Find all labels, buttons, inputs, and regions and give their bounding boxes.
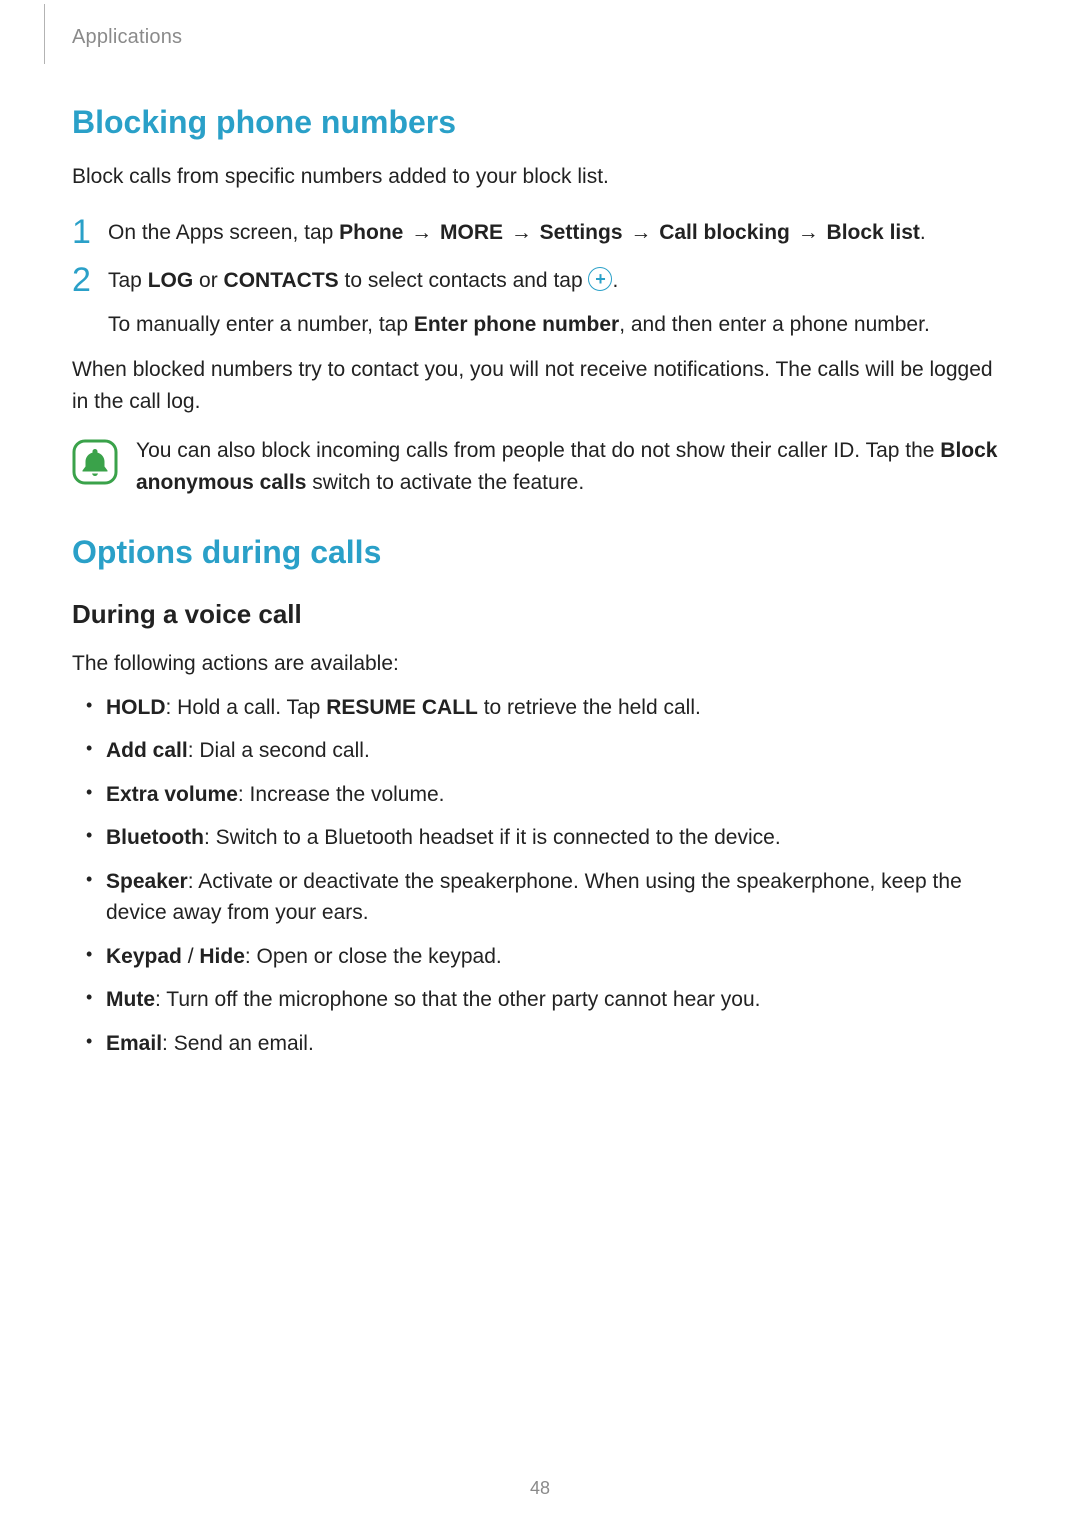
t: : Open or close the keypad. [245, 945, 502, 968]
t: . [612, 269, 618, 292]
t: . [920, 221, 926, 244]
step-2: 2 Tap LOG or CONTACTS to select contacts… [72, 265, 1008, 299]
t: To manually enter a number, tap [108, 313, 414, 336]
list-item: Keypad / Hide: Open or close the keypad. [72, 941, 1008, 973]
arrow-icon: → [623, 221, 660, 244]
b: Hide [199, 945, 245, 968]
list-item: Speaker: Activate or deactivate the spea… [72, 866, 1008, 929]
options-list: HOLD: Hold a call. Tap RESUME CALL to re… [72, 692, 1008, 1060]
b: Extra volume [106, 783, 238, 806]
b: HOLD [106, 696, 166, 719]
page-header: Applications [72, 24, 1008, 60]
t: : Activate or deactivate the speakerphon… [106, 870, 962, 925]
t: : Increase the volume. [238, 783, 445, 806]
t: , and then enter a phone number. [619, 313, 930, 336]
t: or [193, 269, 223, 292]
b: Keypad [106, 945, 182, 968]
b: Speaker [106, 870, 188, 893]
note-bell-icon [72, 439, 118, 485]
b: CONTACTS [224, 269, 339, 292]
subhead-voice-call: During a voice call [72, 599, 1008, 630]
t: On the Apps screen, tap [108, 221, 339, 244]
b: Phone [339, 221, 403, 244]
list-item: Extra volume: Increase the volume. [72, 779, 1008, 811]
page-number: 48 [0, 1478, 1080, 1499]
note-text: You can also block incoming calls from p… [136, 435, 1008, 498]
t: / [182, 945, 200, 968]
b: Mute [106, 988, 155, 1011]
section1-intro: Block calls from specific numbers added … [72, 161, 1008, 193]
b: MORE [440, 221, 503, 244]
header-rule [44, 4, 45, 64]
list-item: Mute: Turn off the microphone so that th… [72, 984, 1008, 1016]
t: Tap [108, 269, 148, 292]
section1-after: When blocked numbers try to contact you,… [72, 354, 1008, 417]
arrow-icon: → [790, 221, 827, 244]
b: LOG [148, 269, 194, 292]
step-2-text: Tap LOG or CONTACTS to select contacts a… [108, 265, 618, 297]
b: Block list [827, 221, 920, 244]
breadcrumb: Applications [72, 24, 1008, 49]
list-item: HOLD: Hold a call. Tap RESUME CALL to re… [72, 692, 1008, 724]
t: to select contacts and tap [339, 269, 589, 292]
t: : Hold a call. Tap [166, 696, 327, 719]
list-item: Email: Send an email. [72, 1028, 1008, 1060]
b: Call blocking [659, 221, 790, 244]
section-heading-blocking: Blocking phone numbers [72, 104, 1008, 141]
t: to retrieve the held call. [478, 696, 701, 719]
document-page: Applications Blocking phone numbers Bloc… [0, 0, 1080, 1059]
list-item: Add call: Dial a second call. [72, 735, 1008, 767]
step-1: 1 On the Apps screen, tap Phone → MORE →… [72, 217, 1008, 251]
arrow-icon: → [403, 221, 440, 244]
b: Bluetooth [106, 826, 204, 849]
plus-icon: + [588, 267, 612, 291]
arrow-icon: → [503, 221, 540, 244]
info-note: You can also block incoming calls from p… [72, 435, 1008, 498]
step-2-sub: To manually enter a number, tap Enter ph… [108, 309, 1008, 341]
section2-intro: The following actions are available: [72, 648, 1008, 680]
t: : Send an email. [162, 1032, 314, 1055]
t: : Dial a second call. [188, 739, 370, 762]
step-1-text: On the Apps screen, tap Phone → MORE → S… [108, 217, 926, 249]
b: Add call [106, 739, 188, 762]
t: : Switch to a Bluetooth headset if it is… [204, 826, 781, 849]
list-item: Bluetooth: Switch to a Bluetooth headset… [72, 822, 1008, 854]
t: You can also block incoming calls from p… [136, 439, 940, 462]
b: Email [106, 1032, 162, 1055]
b: Settings [540, 221, 623, 244]
b: Enter phone number [414, 313, 619, 336]
step-number-2: 2 [72, 263, 108, 297]
step-number-1: 1 [72, 215, 108, 249]
section-heading-options: Options during calls [72, 534, 1008, 571]
t: switch to activate the feature. [306, 471, 584, 494]
t: : Turn off the microphone so that the ot… [155, 988, 760, 1011]
b: RESUME CALL [326, 696, 478, 719]
